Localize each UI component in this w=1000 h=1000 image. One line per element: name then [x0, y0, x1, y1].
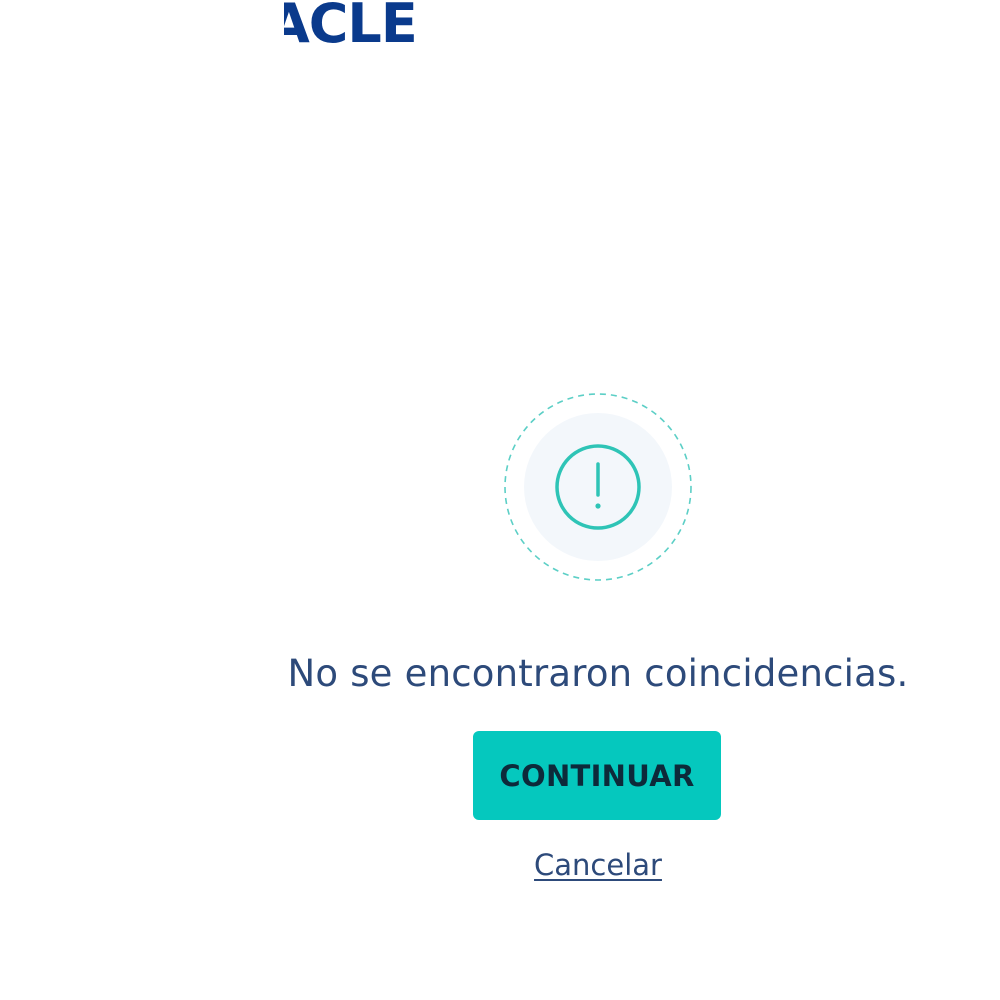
exclamation-circle-icon — [504, 393, 692, 581]
continue-button[interactable]: CONTINUAR — [473, 731, 721, 820]
brand-logo-text: ACLE — [284, 0, 418, 48]
brand-logo: ACLE — [284, 0, 429, 48]
cancel-link[interactable]: Cancelar — [0, 848, 1000, 882]
page: ACLE No se encontraron coincidencias. CO… — [0, 0, 1000, 1000]
status-message: No se encontraron coincidencias. — [287, 652, 909, 695]
status-illustration — [503, 392, 693, 582]
